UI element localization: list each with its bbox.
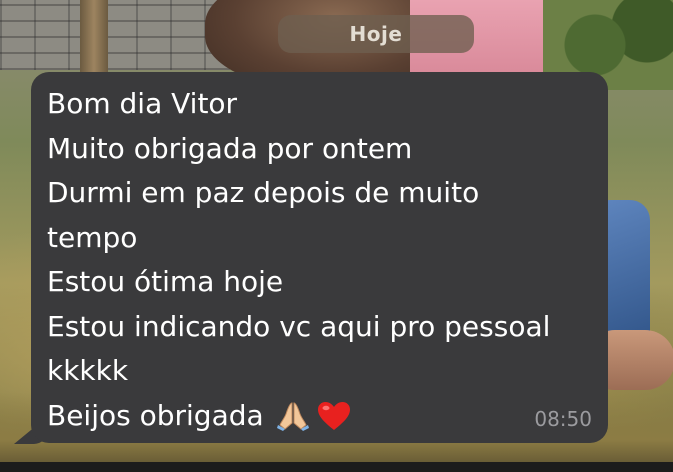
message-last-line: Beijos obrigada: [47, 394, 594, 439]
message-line: Beijos obrigada: [47, 398, 264, 432]
message-line: Estou ótima hoje: [47, 265, 284, 298]
message-line: Bom dia Vitor: [47, 87, 238, 120]
folded-hands-icon: [276, 402, 309, 431]
date-separator: Hoje: [278, 15, 474, 53]
red-heart-icon: [317, 401, 350, 430]
message-line: Durmi em paz depois de muito: [47, 176, 480, 209]
bottom-bar: [0, 462, 673, 472]
message-line: Estou indicando vc aqui pro pessoal: [47, 309, 551, 343]
message-line: Muito obrigada por ontem: [47, 131, 413, 165]
message-line: kkkkk: [47, 354, 129, 387]
wallpaper-post: [80, 0, 108, 80]
wallpaper-brick-wall: [0, 0, 230, 70]
message-timestamp: 08:50: [534, 407, 592, 431]
message-bubble[interactable]: Bom dia Vitor Muito obrigada por ontem D…: [31, 72, 608, 443]
message-line: tempo: [47, 220, 138, 254]
